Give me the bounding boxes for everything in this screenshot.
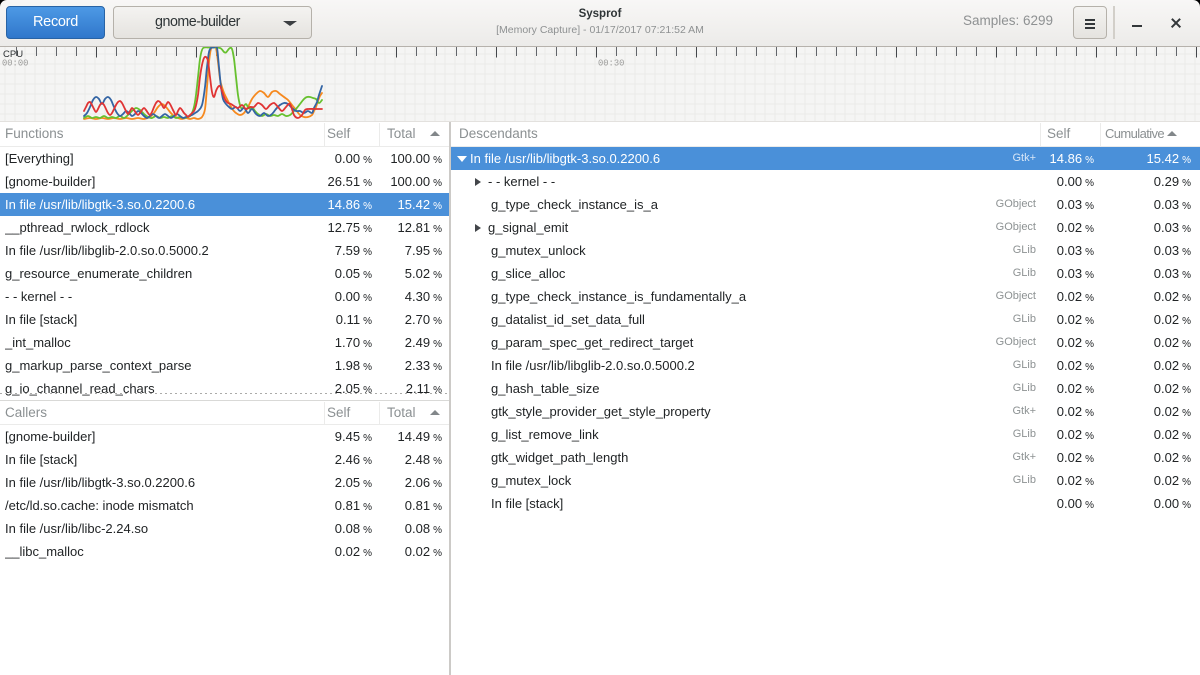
- svg-text:00:00: 00:00: [2, 59, 28, 69]
- svg-text:00:30: 00:30: [598, 59, 624, 69]
